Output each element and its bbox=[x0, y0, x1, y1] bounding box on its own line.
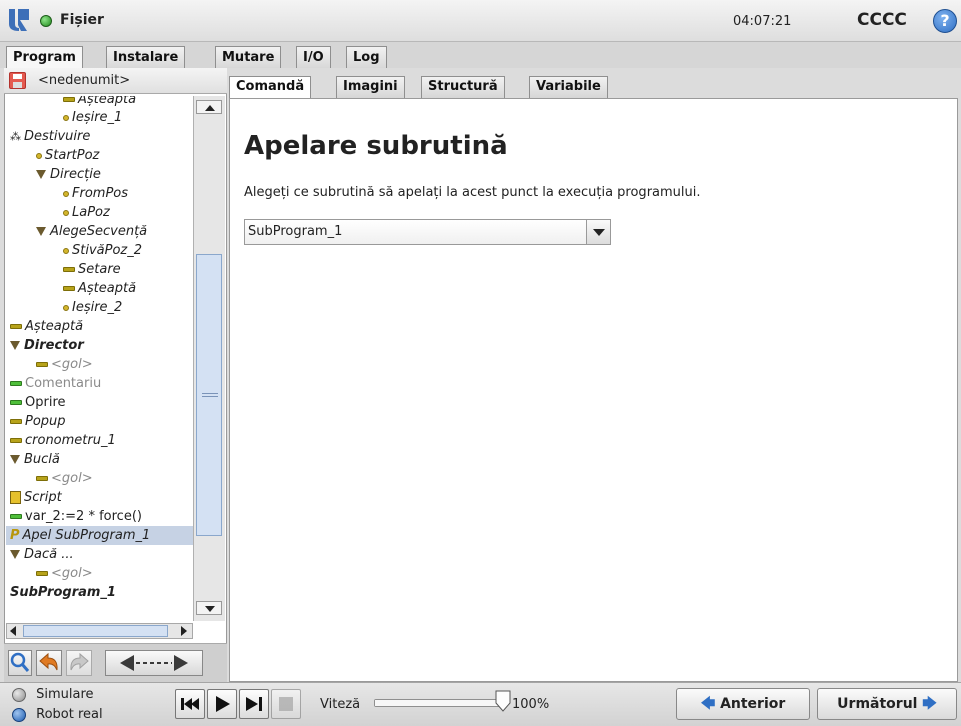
speed-slider-thumb[interactable] bbox=[495, 690, 511, 716]
tab-structure[interactable]: Structură bbox=[421, 76, 505, 98]
tab-installation[interactable]: Instalare bbox=[106, 46, 186, 68]
program-tree[interactable]: Așteaptă Ieșire_1 ⁂ Destivuire StartPoz D… bbox=[6, 96, 193, 621]
tree-item[interactable]: Așteaptă bbox=[63, 279, 136, 298]
tree-item[interactable]: Setare bbox=[63, 260, 121, 279]
skip-forward-icon bbox=[246, 697, 262, 711]
search-button[interactable] bbox=[8, 650, 32, 676]
tree-vertical-scrollbar[interactable] bbox=[193, 96, 225, 621]
main-tab-row: Program Instalare Mutare I/O Log bbox=[0, 42, 961, 69]
undo-button[interactable] bbox=[36, 650, 62, 676]
tree-item[interactable]: Ieșire_1 bbox=[63, 108, 122, 127]
redo-icon bbox=[70, 652, 89, 671]
tree-item[interactable]: Buclă bbox=[10, 450, 60, 469]
tree-item[interactable]: Director bbox=[10, 336, 84, 355]
scroll-down-button[interactable] bbox=[196, 601, 222, 615]
scroll-left-button[interactable] bbox=[8, 625, 20, 637]
scroll-right-button[interactable] bbox=[177, 625, 189, 637]
tree-item[interactable]: Script bbox=[10, 488, 62, 507]
tree-item[interactable]: Ieșire_2 bbox=[63, 298, 122, 317]
tree-item[interactable]: cronometru_1 bbox=[10, 431, 116, 450]
scroll-thumb[interactable] bbox=[23, 625, 168, 637]
radio-on-icon bbox=[12, 707, 26, 722]
next-button[interactable]: Următorul 🡆 bbox=[817, 688, 957, 720]
robot-name: CCCC bbox=[857, 10, 907, 30]
tree-item[interactable]: ⁂ Destivuire bbox=[10, 127, 90, 146]
tree-item[interactable]: StivăPoz_2 bbox=[63, 241, 142, 260]
tree-item[interactable]: Popup bbox=[10, 412, 66, 431]
clock: 04:07:21 bbox=[733, 14, 792, 29]
file-bar: <nedenumit> bbox=[4, 68, 227, 94]
tab-io[interactable]: I/O bbox=[296, 46, 331, 68]
tab-graphics[interactable]: Imagini bbox=[336, 76, 405, 98]
tree-item[interactable]: Oprire bbox=[10, 393, 66, 412]
tab-move[interactable]: Mutare bbox=[215, 46, 282, 68]
redo-button[interactable] bbox=[66, 650, 92, 676]
page-title: Apelare subrutină bbox=[244, 131, 508, 161]
scroll-thumb[interactable] bbox=[196, 254, 222, 536]
tree-item[interactable]: Comentariu bbox=[10, 374, 101, 393]
tab-log[interactable]: Log bbox=[346, 46, 387, 68]
ur-logo-icon bbox=[7, 7, 31, 33]
program-file-name: <nedenumit> bbox=[38, 73, 131, 88]
bottom-bar: Simulare Robot real Viteză 100% 🡄 Anteri… bbox=[0, 682, 961, 726]
tab-command[interactable]: Comandă bbox=[229, 76, 312, 99]
sub-tab-row: Comandă Imagini Structură Variabile bbox=[229, 76, 958, 99]
tree-item[interactable]: var_2:=2 * force() bbox=[10, 507, 142, 526]
play-icon bbox=[216, 696, 230, 712]
radio-off-icon bbox=[12, 687, 26, 702]
previous-button[interactable]: 🡄 Anterior bbox=[676, 688, 810, 720]
help-icon: ? bbox=[940, 11, 950, 30]
double-arrow-icon bbox=[120, 655, 188, 671]
tab-variables[interactable]: Variabile bbox=[529, 76, 608, 98]
arrow-right-icon: 🡆 bbox=[922, 696, 937, 712]
scroll-up-button[interactable] bbox=[196, 100, 222, 114]
tab-program[interactable]: Program bbox=[6, 46, 83, 69]
help-button[interactable]: ? bbox=[933, 9, 957, 33]
tree-item[interactable]: <gol> bbox=[36, 355, 93, 374]
subprogram-select[interactable]: SubProgram_1 bbox=[244, 219, 611, 245]
command-panel: Apelare subrutină Alegeți ce subrutină s… bbox=[229, 98, 958, 682]
dropdown-button[interactable] bbox=[586, 220, 610, 244]
file-menu-button[interactable]: Fișier bbox=[60, 12, 104, 28]
page-description: Alegeți ce subrutină să apelați la acest… bbox=[244, 185, 701, 200]
speed-slider-fill bbox=[375, 700, 503, 706]
arrow-left-icon: 🡄 bbox=[700, 696, 716, 712]
search-icon bbox=[10, 652, 30, 672]
undo-icon bbox=[39, 652, 58, 671]
tree-horizontal-scrollbar[interactable] bbox=[6, 623, 193, 639]
tree-item[interactable]: Direcție bbox=[36, 165, 101, 184]
script-icon bbox=[10, 491, 21, 504]
call-icon: P bbox=[10, 528, 20, 543]
pallet-icon: ⁂ bbox=[10, 130, 21, 143]
speed-slider[interactable] bbox=[374, 699, 504, 707]
tree-item[interactable]: Așteaptă bbox=[10, 317, 83, 336]
speed-value: 100% bbox=[512, 697, 550, 712]
stop-icon bbox=[279, 697, 293, 711]
status-dot-icon bbox=[40, 15, 52, 27]
title-bar: Fișier 04:07:21 CCCC ? bbox=[0, 0, 961, 42]
move-node-button[interactable] bbox=[105, 650, 203, 676]
step-forward-button[interactable] bbox=[239, 689, 269, 719]
tree-item[interactable]: <gol> bbox=[36, 469, 93, 488]
subprogram-select-value: SubProgram_1 bbox=[248, 224, 343, 239]
tree-item[interactable]: SubProgram_1 bbox=[10, 583, 116, 602]
simulation-radio[interactable]: Simulare bbox=[12, 687, 94, 702]
skip-back-button[interactable] bbox=[175, 689, 205, 719]
play-button[interactable] bbox=[207, 689, 237, 719]
chevron-down-icon bbox=[593, 229, 605, 236]
tree-item[interactable]: Dacă ... bbox=[10, 545, 74, 564]
tree-item[interactable]: StartPoz bbox=[36, 146, 99, 165]
tree-item[interactable]: FromPos bbox=[63, 184, 128, 203]
save-icon[interactable] bbox=[9, 72, 26, 89]
speed-label: Viteză bbox=[320, 697, 361, 712]
real-robot-radio[interactable]: Robot real bbox=[12, 707, 103, 722]
stop-button[interactable] bbox=[271, 689, 301, 719]
skip-back-icon bbox=[181, 698, 199, 710]
tree-item[interactable]: LaPoz bbox=[63, 203, 110, 222]
tree-item[interactable]: <gol> bbox=[36, 564, 93, 583]
tree-item-selected[interactable]: P Apel SubProgram_1 bbox=[6, 526, 193, 545]
tree-tool-buttons bbox=[4, 643, 227, 682]
tree-item[interactable]: AlegeSecvență bbox=[36, 222, 147, 241]
